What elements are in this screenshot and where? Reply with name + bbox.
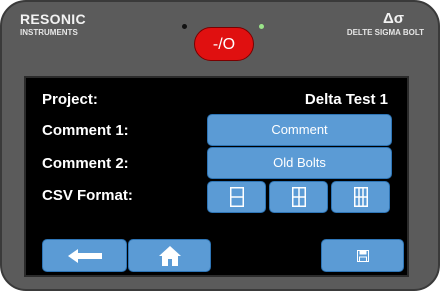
comment1-button[interactable]: Comment: [207, 114, 392, 146]
status-led-green: [259, 24, 264, 29]
brand-logo: RESONIC INSTRUMENTS: [20, 11, 86, 39]
csv-format-option-3[interactable]: [331, 181, 390, 213]
brand-subtitle: INSTRUMENTS: [20, 28, 78, 37]
model-name: DELTE SIGMA BOLT: [346, 28, 424, 37]
csv-format-option-1[interactable]: [207, 181, 266, 213]
brand-name: RESONIC: [20, 11, 86, 27]
comment2-button[interactable]: Old Bolts: [207, 147, 392, 179]
csv-format-option-2[interactable]: [269, 181, 328, 213]
status-led-dark: [182, 24, 187, 29]
two-column-layout-icon: [291, 187, 306, 207]
csv-format-label: CSV Format:: [42, 187, 133, 204]
project-value: Delta Test 1: [304, 91, 388, 108]
three-column-layout-icon: [353, 187, 368, 207]
model-badge: Δσ DELTE SIGMA BOLT: [347, 11, 424, 39]
single-column-layout-icon: [229, 187, 244, 207]
model-symbol: Δσ: [382, 10, 404, 27]
project-label: Project:: [42, 91, 98, 108]
power-button[interactable]: -/O: [194, 27, 254, 61]
home-button[interactable]: [128, 239, 211, 272]
home-icon: [158, 245, 181, 266]
save-icon: [356, 249, 369, 262]
comment2-label: Comment 2:: [42, 155, 129, 172]
arrow-left-icon: [67, 248, 102, 263]
save-button[interactable]: [321, 239, 404, 272]
comment1-label: Comment 1:: [42, 122, 129, 139]
back-button[interactable]: [42, 239, 127, 272]
